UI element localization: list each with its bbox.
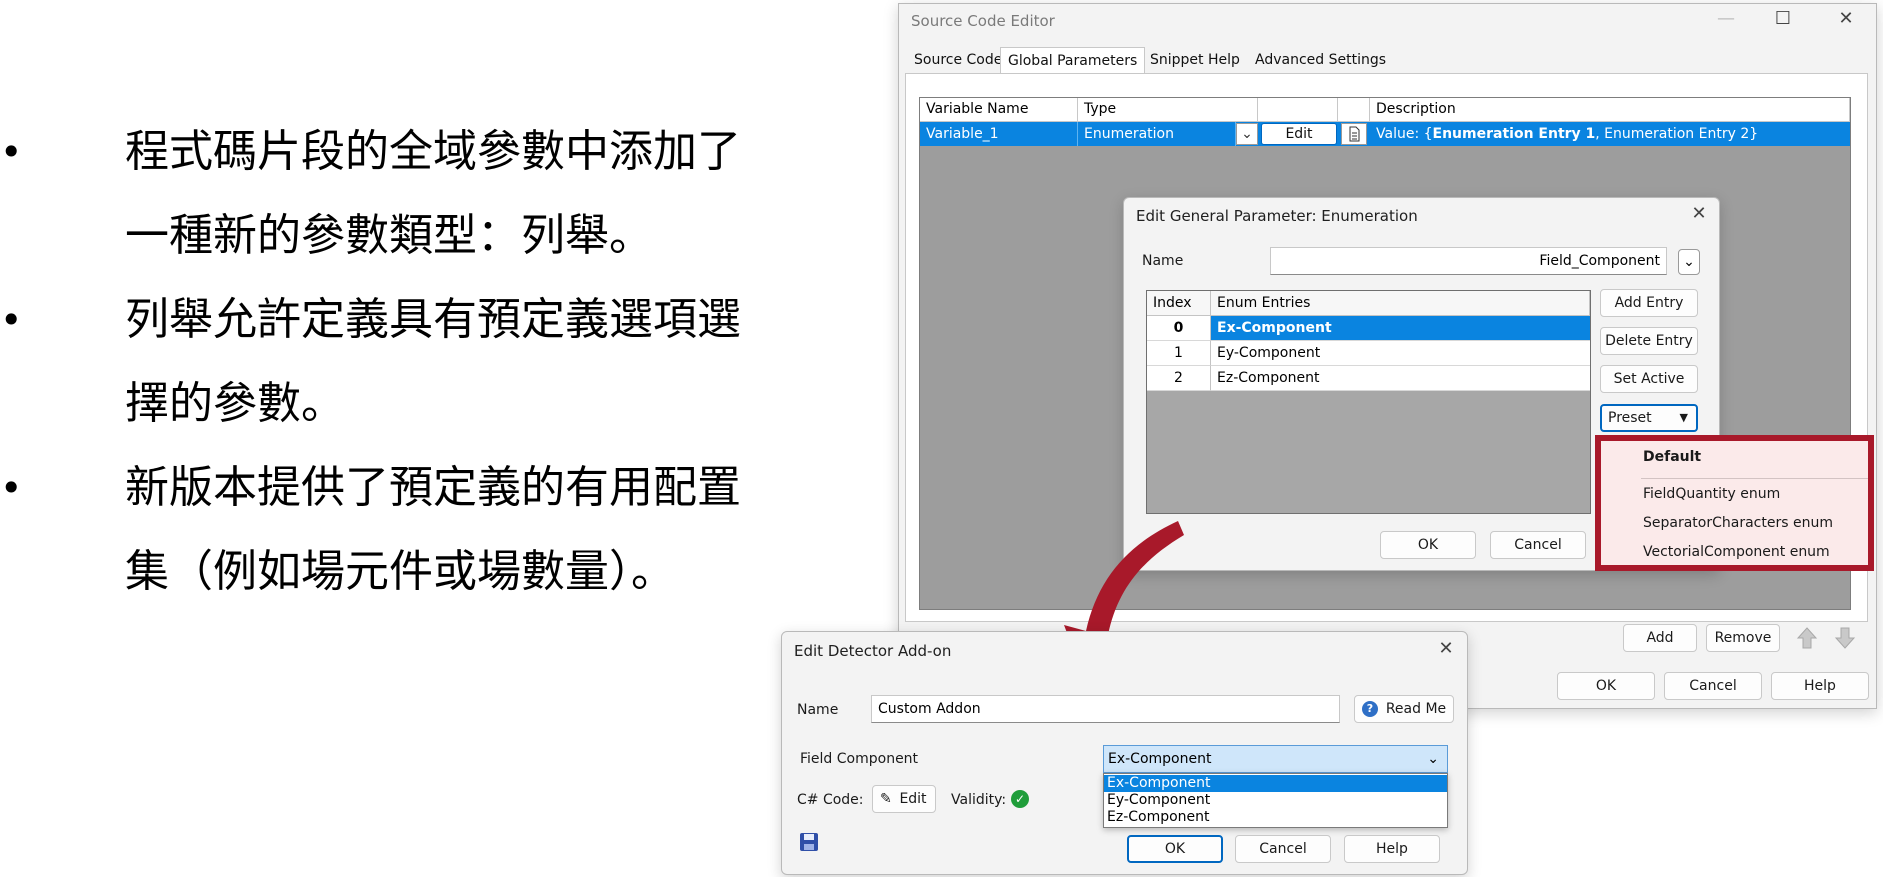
type-cell[interactable]: Enumeration — [1078, 122, 1236, 146]
slide-bullets: • 程式碼片段的全域參數中添加了 一種新的參數類型：列舉。 • 列舉允許定義具有… — [0, 110, 780, 614]
close-icon[interactable]: ✕ — [1834, 8, 1858, 29]
preset-dropdown-button[interactable]: Preset ▼ — [1600, 404, 1698, 432]
dropdown-option[interactable]: Ez-Component — [1104, 809, 1447, 826]
preset-menu: Default FieldQuantity enum SeparatorChar… — [1595, 435, 1874, 571]
name-field[interactable]: Custom Addon — [871, 695, 1340, 723]
pencil-icon: ✎ — [880, 791, 892, 807]
menu-separator — [1641, 478, 1868, 479]
description-suffix: , Enumeration Entry 2} — [1595, 126, 1759, 142]
name-field[interactable]: Field_Component — [1270, 247, 1667, 275]
bullet-item: • 列舉允許定義具有預定義選項選 擇的參數。 — [0, 278, 780, 446]
description-cell[interactable]: Value: {Enumeration Entry 1, Enumeration… — [1370, 122, 1850, 146]
set-active-button[interactable]: Set Active — [1600, 365, 1698, 393]
table-row[interactable]: Variable_1 Enumeration ⌄ Edit Value: {En… — [920, 122, 1850, 146]
preset-menu-item-vectorial-component[interactable]: VectorialComponent enum — [1643, 544, 1830, 560]
entry-index[interactable]: 1 — [1147, 341, 1211, 366]
delete-entry-button[interactable]: Delete Entry — [1600, 327, 1698, 355]
description-active-entry: Enumeration Entry 1 — [1432, 126, 1596, 142]
maximize-icon[interactable]: ☐ — [1771, 8, 1795, 29]
enum-entries-table: Index Enum Entries 0 Ex-Component 1 Ey-C… — [1146, 290, 1591, 514]
variable-name-cell[interactable]: Variable_1 — [920, 122, 1078, 146]
move-up-icon[interactable] — [1794, 624, 1820, 652]
cancel-button[interactable]: Cancel — [1490, 531, 1586, 559]
bullet-line: 集（例如場元件或場數量）。 — [125, 546, 675, 597]
read-me-label: Read Me — [1385, 701, 1447, 717]
ok-button[interactable]: OK — [1557, 672, 1655, 700]
cancel-button[interactable]: Cancel — [1235, 835, 1331, 863]
help-button[interactable]: Help — [1344, 835, 1440, 863]
name-label: Name — [797, 702, 839, 718]
detector-addon-dialog: Edit Detector Add-on ✕ Name Custom Addon… — [781, 631, 1468, 875]
preset-menu-item-separator-characters[interactable]: SeparatorCharacters enum — [1643, 515, 1833, 531]
code-edit-button[interactable]: ✎ Edit — [872, 785, 936, 813]
column-header-variable-name[interactable]: Variable Name — [920, 98, 1078, 122]
bullet-dot: • — [0, 298, 23, 342]
save-icon[interactable] — [799, 832, 819, 852]
dropdown-option[interactable]: Ey-Component — [1104, 792, 1447, 809]
add-button[interactable]: Add — [1623, 624, 1697, 652]
dialog-title: Edit Detector Add-on — [794, 642, 952, 660]
close-icon[interactable]: ✕ — [1434, 638, 1458, 659]
field-component-value: Ex-Component — [1108, 751, 1212, 767]
description-prefix: Value: { — [1376, 126, 1433, 142]
document-icon[interactable] — [1341, 123, 1367, 145]
validity-label: Validity: — [951, 792, 1007, 808]
bullet-line: 列舉允許定義具有預定義選項選 — [125, 294, 741, 345]
field-component-label: Field Component — [800, 751, 919, 767]
column-header-edit[interactable] — [1258, 98, 1338, 122]
read-me-button[interactable]: ? Read Me — [1354, 695, 1454, 723]
tab-advanced-settings[interactable]: Advanced Settings — [1248, 47, 1393, 73]
name-label: Name — [1142, 253, 1184, 269]
tab-global-parameters[interactable]: Global Parameters — [1000, 47, 1146, 73]
dropdown-option[interactable]: Ex-Component — [1104, 775, 1447, 792]
bullet-line: 程式碼片段的全域參數中添加了 — [125, 126, 741, 177]
entry-index[interactable]: 0 — [1147, 316, 1211, 341]
column-header-notes[interactable] — [1338, 98, 1370, 122]
entry-value[interactable]: Ez-Component — [1211, 366, 1590, 391]
bullet-dot: • — [0, 130, 23, 174]
minimize-icon[interactable]: — — [1714, 8, 1738, 29]
column-header-type[interactable]: Type — [1078, 98, 1258, 122]
column-header-enum-entries[interactable]: Enum Entries — [1211, 291, 1590, 316]
ok-button[interactable]: OK — [1380, 531, 1476, 559]
type-dropdown-arrow-icon[interactable]: ⌄ — [1236, 123, 1258, 145]
preset-label: Preset — [1608, 410, 1652, 426]
bullet-line: 擇的參數。 — [125, 378, 345, 429]
code-label: C# Code: — [797, 792, 864, 808]
entry-value[interactable]: Ex-Component — [1211, 316, 1590, 341]
entry-value[interactable]: Ey-Component — [1211, 341, 1590, 366]
edit-button[interactable]: Edit — [1261, 123, 1337, 145]
bullet-dot: • — [0, 466, 23, 510]
help-circle-icon: ? — [1362, 701, 1378, 717]
bullet-item: • 程式碼片段的全域參數中添加了 一種新的參數類型：列舉。 — [0, 110, 780, 278]
window-title: Source Code Editor — [911, 12, 1055, 30]
add-entry-button[interactable]: Add Entry — [1600, 289, 1698, 317]
preset-menu-item-default[interactable]: Default — [1643, 449, 1701, 465]
field-component-select[interactable]: Ex-Component ⌄ — [1103, 745, 1448, 773]
entry-index[interactable]: 2 — [1147, 366, 1211, 391]
column-header-index[interactable]: Index — [1147, 291, 1211, 316]
move-down-icon[interactable] — [1832, 624, 1858, 652]
help-button[interactable]: Help — [1771, 672, 1869, 700]
dialog-title: Edit General Parameter: Enumeration — [1136, 207, 1418, 225]
close-icon[interactable]: ✕ — [1687, 203, 1711, 224]
code-edit-label: Edit — [899, 791, 927, 807]
bullet-line: 新版本提供了預定義的有用配置 — [125, 462, 741, 513]
bullet-line: 一種新的參數類型：列舉。 — [125, 210, 653, 261]
chevron-down-icon: ⌄ — [1427, 751, 1439, 767]
ok-button[interactable]: OK — [1127, 835, 1223, 863]
tab-snippet-help[interactable]: Snippet Help — [1143, 47, 1247, 73]
check-valid-icon: ✓ — [1011, 790, 1029, 808]
tab-source-code[interactable]: Source Code — [907, 47, 1009, 73]
bullet-item: • 新版本提供了預定義的有用配置 集（例如場元件或場數量）。 — [0, 446, 780, 614]
cancel-button[interactable]: Cancel — [1664, 672, 1762, 700]
name-dropdown-icon[interactable]: ⌄ — [1678, 249, 1700, 275]
field-component-options: Ex-Component Ey-Component Ez-Component — [1103, 773, 1448, 828]
caret-down-icon: ▼ — [1679, 411, 1688, 424]
column-header-description[interactable]: Description — [1370, 98, 1850, 122]
remove-button[interactable]: Remove — [1706, 624, 1780, 652]
preset-menu-item-field-quantity[interactable]: FieldQuantity enum — [1643, 486, 1780, 502]
